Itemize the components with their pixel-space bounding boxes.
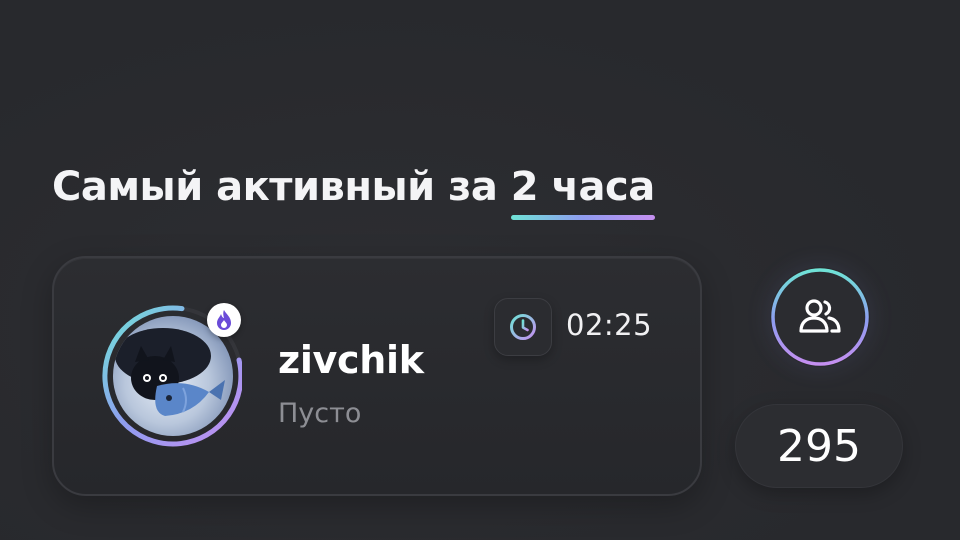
fire-icon (217, 310, 231, 330)
stage: Самый активный за 2 часа zivchik Пусто 0… (0, 0, 960, 540)
users-icon (799, 299, 841, 333)
fire-badge (207, 303, 241, 337)
clock-icon (510, 314, 536, 340)
username[interactable]: zivchik (278, 338, 424, 382)
title-highlight: 2 часа (510, 164, 655, 220)
timer-button[interactable] (494, 298, 552, 356)
activity-timer: 02:25 (566, 308, 653, 342)
top-user-card[interactable]: zivchik Пусто 02:25 (52, 256, 702, 496)
user-status: Пусто (278, 398, 362, 429)
followers-button[interactable] (770, 267, 870, 367)
followers-count: 295 (735, 404, 903, 488)
title-prefix: Самый активный за (52, 164, 511, 210)
page-title: Самый активный за 2 часа (52, 164, 655, 220)
